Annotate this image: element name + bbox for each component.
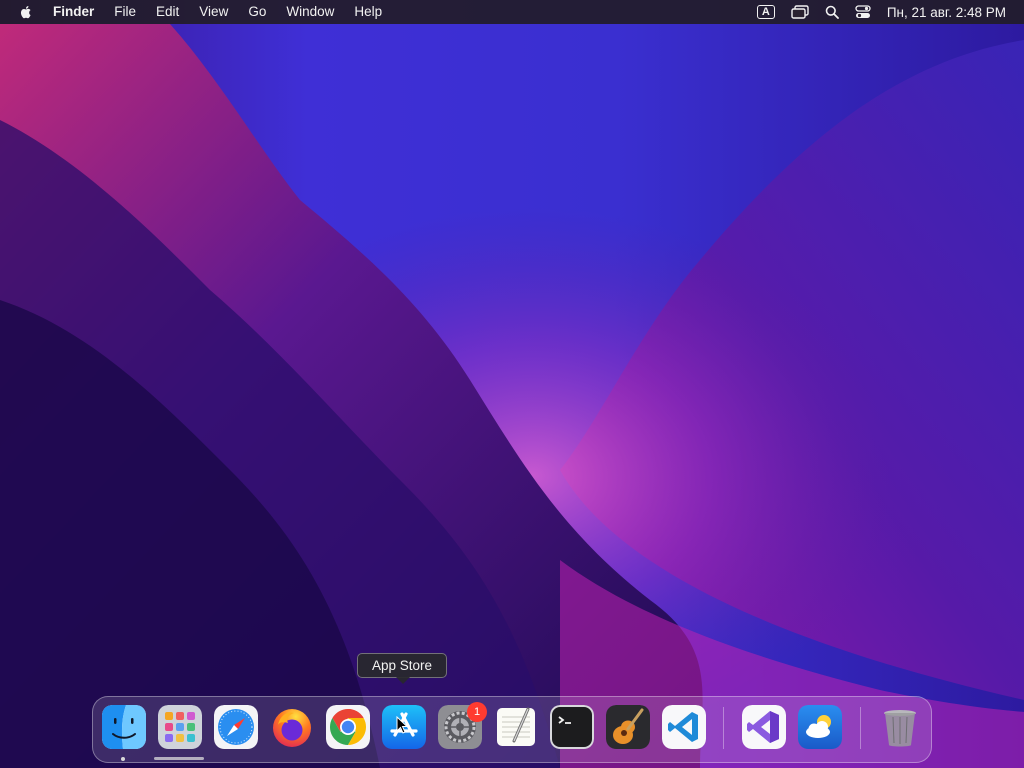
dock-tooltip-arrow bbox=[396, 677, 410, 684]
dock-scroll-indicator bbox=[154, 757, 204, 760]
apple-menu-icon[interactable] bbox=[18, 4, 34, 20]
input-source-label: A bbox=[756, 5, 775, 19]
menu-go[interactable]: Go bbox=[238, 0, 276, 24]
dock-item-terminal[interactable] bbox=[550, 705, 594, 749]
dock-item-launchpad[interactable] bbox=[158, 705, 202, 749]
mouse-cursor-icon bbox=[396, 716, 408, 734]
terminal-icon bbox=[550, 705, 594, 749]
finder-icon bbox=[102, 705, 146, 749]
dock-item-safari[interactable] bbox=[214, 705, 258, 749]
dock-item-garageband[interactable] bbox=[606, 705, 650, 749]
system-preferences-badge: 1 bbox=[467, 702, 487, 722]
desktop-wallpaper bbox=[0, 0, 1024, 768]
control-center-icon[interactable] bbox=[847, 0, 879, 24]
safari-icon bbox=[214, 705, 258, 749]
dock-separator bbox=[723, 707, 724, 749]
dock-item-vscode[interactable] bbox=[662, 705, 706, 749]
menu-help[interactable]: Help bbox=[344, 0, 392, 24]
dock-tooltip: App Store bbox=[357, 653, 447, 678]
dock-item-textedit[interactable] bbox=[494, 705, 538, 749]
garageband-icon bbox=[606, 705, 650, 749]
input-source-indicator[interactable]: A bbox=[749, 0, 783, 24]
visual-studio-icon bbox=[742, 705, 786, 749]
textedit-icon bbox=[497, 707, 535, 746]
finder-running-indicator bbox=[121, 757, 125, 761]
dock-separator-trash bbox=[860, 707, 861, 749]
menu-app-name[interactable]: Finder bbox=[52, 0, 104, 24]
screen-mirroring-icon[interactable] bbox=[783, 0, 817, 24]
dock-item-trash[interactable] bbox=[878, 705, 922, 749]
menu-view[interactable]: View bbox=[189, 0, 238, 24]
menu-bar: Finder File Edit View Go Window Help A П… bbox=[0, 0, 1024, 24]
chrome-icon bbox=[326, 705, 370, 749]
spotlight-search-icon[interactable] bbox=[817, 0, 847, 24]
firefox-icon bbox=[273, 709, 311, 747]
dock-tooltip-label: App Store bbox=[371, 658, 433, 673]
dock-item-visual-studio[interactable] bbox=[742, 705, 786, 749]
dock-item-firefox[interactable] bbox=[270, 705, 314, 749]
dock-item-weather[interactable] bbox=[798, 705, 842, 749]
dock-item-chrome[interactable] bbox=[326, 705, 370, 749]
trash-icon bbox=[884, 710, 916, 747]
menu-file[interactable]: File bbox=[104, 0, 146, 24]
menu-edit[interactable]: Edit bbox=[146, 0, 189, 24]
menubar-clock[interactable]: Пн, 21 авг. 2:48 PM bbox=[879, 5, 1024, 20]
weather-icon bbox=[798, 705, 842, 749]
launchpad-icon bbox=[158, 705, 202, 749]
vscode-icon bbox=[662, 705, 706, 749]
menu-window[interactable]: Window bbox=[276, 0, 344, 24]
dock-item-finder[interactable] bbox=[102, 705, 146, 749]
